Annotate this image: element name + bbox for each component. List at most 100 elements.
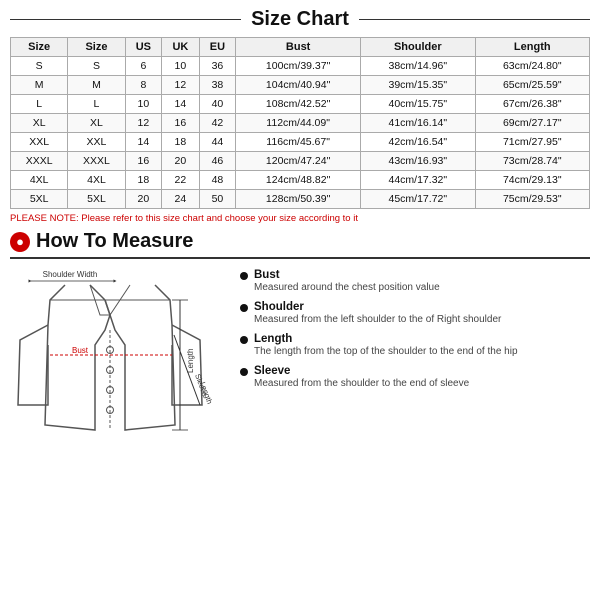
table-cell: 10 [162, 57, 200, 76]
table-cell: L [68, 95, 125, 114]
table-cell: 22 [162, 171, 200, 190]
how-to-measure-title: How To Measure [36, 230, 193, 253]
table-row: MM81238104cm/40.94"39cm/15.35"65cm/25.59… [11, 76, 590, 95]
measure-item-title: Shoulder [254, 301, 501, 313]
table-cell: 12 [162, 76, 200, 95]
title-row: Size Chart [10, 8, 590, 31]
table-cell: 39cm/15.35" [361, 76, 475, 95]
jacket-svg: Shoulder Width [10, 265, 230, 440]
table-cell: 14 [162, 95, 200, 114]
table-cell: 14 [125, 133, 161, 152]
svg-text:Length: Length [186, 349, 195, 373]
table-cell: XXL [11, 133, 68, 152]
table-cell: XXXL [11, 152, 68, 171]
table-cell: 44cm/17.32" [361, 171, 475, 190]
table-cell: 4XL [68, 171, 125, 190]
table-row: XXLXXL141844116cm/45.67"42cm/16.54"71cm/… [11, 133, 590, 152]
note-text: PLEASE NOTE: Please refer to this size c… [10, 213, 590, 224]
table-cell: 120cm/47.24" [236, 152, 361, 171]
table-cell: 128cm/50.39" [236, 190, 361, 209]
table-cell: 65cm/25.59" [475, 76, 589, 95]
table-cell: 48 [199, 171, 235, 190]
svg-text:Bust: Bust [72, 346, 89, 355]
measure-item: LengthThe length from the top of the sho… [240, 333, 590, 359]
table-cell: 18 [125, 171, 161, 190]
measure-item-desc: The length from the top of the shoulder … [254, 345, 518, 359]
table-row: LL101440108cm/42.52"40cm/15.75"67cm/26.3… [11, 95, 590, 114]
measure-item-desc: Measured from the shoulder to the end of… [254, 377, 469, 391]
table-cell: XL [68, 114, 125, 133]
table-cell: 71cm/27.95" [475, 133, 589, 152]
table-cell: 46 [199, 152, 235, 171]
table-cell: L [11, 95, 68, 114]
table-cell: 108cm/42.52" [236, 95, 361, 114]
title-line-right [359, 19, 590, 20]
measure-item: BustMeasured around the chest position v… [240, 269, 590, 295]
table-header-cell: Size [68, 38, 125, 57]
table-cell: 16 [125, 152, 161, 171]
table-cell: 73cm/28.74" [475, 152, 589, 171]
table-cell: XXXL [68, 152, 125, 171]
page: Size Chart SizeSizeUSUKEUBustShoulderLen… [0, 0, 600, 600]
table-cell: 104cm/40.94" [236, 76, 361, 95]
how-to-measure-header: ● How To Measure [10, 230, 590, 259]
table-cell: 124cm/48.82" [236, 171, 361, 190]
table-cell: 12 [125, 114, 161, 133]
table-cell: 112cm/44.09" [236, 114, 361, 133]
bullet-dot [240, 336, 248, 344]
table-cell: 20 [125, 190, 161, 209]
circle-icon: ● [10, 232, 30, 252]
table-cell: M [11, 76, 68, 95]
table-cell: S [68, 57, 125, 76]
table-cell: 5XL [68, 190, 125, 209]
table-header-cell: EU [199, 38, 235, 57]
bottom-section: Shoulder Width [10, 265, 590, 592]
table-cell: 63cm/24.80" [475, 57, 589, 76]
table-header-cell: Shoulder [361, 38, 475, 57]
title-line-left [10, 19, 241, 20]
table-cell: M [68, 76, 125, 95]
measure-item-desc: Measured from the left shoulder to the o… [254, 313, 501, 327]
table-body: SS61036100cm/39.37"38cm/14.96"63cm/24.80… [11, 57, 590, 209]
table-cell: 50 [199, 190, 235, 209]
table-cell: 16 [162, 114, 200, 133]
measure-item: SleeveMeasured from the shoulder to the … [240, 365, 590, 391]
table-cell: 18 [162, 133, 200, 152]
table-header-cell: Bust [236, 38, 361, 57]
table-cell: 45cm/17.72" [361, 190, 475, 209]
table-cell: 36 [199, 57, 235, 76]
bullet-dot [240, 272, 248, 280]
table-header-cell: Size [11, 38, 68, 57]
measure-item-title: Length [254, 333, 518, 345]
measure-descriptions: BustMeasured around the chest position v… [240, 265, 590, 592]
table-cell: 100cm/39.37" [236, 57, 361, 76]
table-row: XLXL121642112cm/44.09"41cm/16.14"69cm/27… [11, 114, 590, 133]
table-cell: XXL [68, 133, 125, 152]
table-cell: 6 [125, 57, 161, 76]
table-row: 5XL5XL202450128cm/50.39"45cm/17.72"75cm/… [11, 190, 590, 209]
bullet-dot [240, 304, 248, 312]
table-cell: 5XL [11, 190, 68, 209]
table-cell: 38 [199, 76, 235, 95]
measure-item-title: Bust [254, 269, 440, 281]
table-cell: XL [11, 114, 68, 133]
measure-item: ShoulderMeasured from the left shoulder … [240, 301, 590, 327]
bullet-dot [240, 368, 248, 376]
table-cell: S [11, 57, 68, 76]
svg-text:Shoulder Width: Shoulder Width [43, 270, 98, 279]
table-cell: 75cm/29.53" [475, 190, 589, 209]
table-cell: 67cm/26.38" [475, 95, 589, 114]
table-cell: 43cm/16.93" [361, 152, 475, 171]
table-cell: 38cm/14.96" [361, 57, 475, 76]
table-cell: 24 [162, 190, 200, 209]
table-cell: 42cm/16.54" [361, 133, 475, 152]
table-cell: 40cm/15.75" [361, 95, 475, 114]
jacket-illustration: Shoulder Width [10, 265, 230, 592]
measure-item-desc: Measured around the chest position value [254, 281, 440, 295]
table-header-cell: Length [475, 38, 589, 57]
table-cell: 42 [199, 114, 235, 133]
table-cell: 74cm/29.13" [475, 171, 589, 190]
table-cell: 116cm/45.67" [236, 133, 361, 152]
table-row: XXXLXXXL162046120cm/47.24"43cm/16.93"73c… [11, 152, 590, 171]
table-header-cell: US [125, 38, 161, 57]
